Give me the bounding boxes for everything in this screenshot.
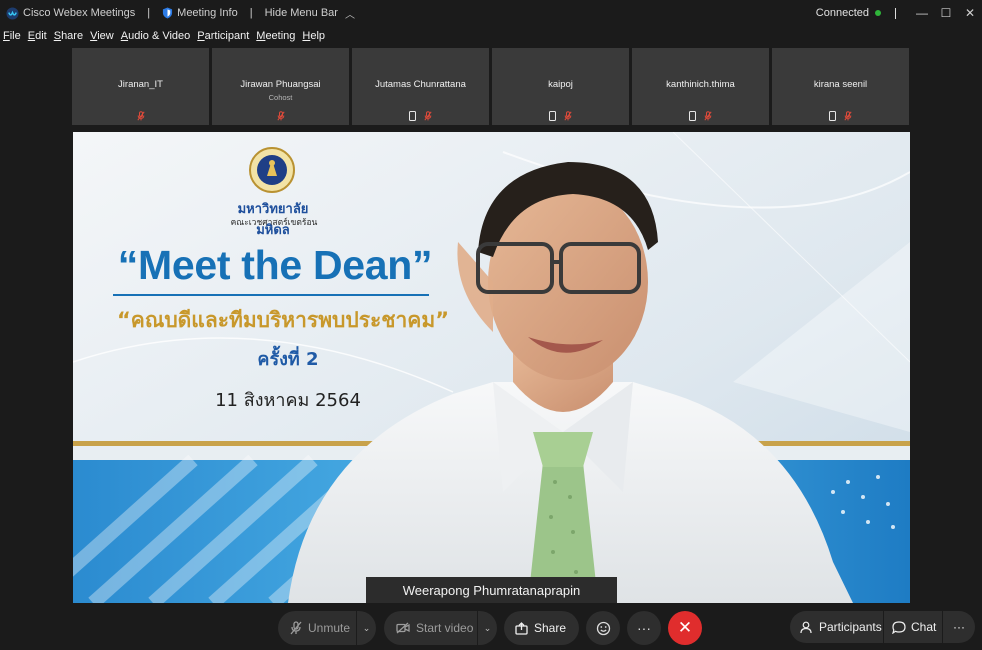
share-label: Share	[534, 621, 567, 635]
hide-menu-bar-label: Hide Menu Bar	[264, 7, 338, 19]
chat-label: Chat	[911, 620, 937, 634]
menu-item-meeting[interactable]: Meeting	[256, 30, 295, 42]
active-speaker-video[interactable]: มหาวิทยาลัยมหิดล คณะเวชศาสตร์เขตร้อน “Me…	[73, 132, 910, 603]
connection-status: Connected	[816, 7, 881, 19]
participant-tile[interactable]: Jutamas Chunrattana	[352, 48, 489, 125]
participant-tile[interactable]: kanthinich.thima	[632, 48, 769, 125]
menu-item-help[interactable]: Help	[302, 30, 325, 42]
participant-name: Jutamas Chunrattana	[375, 79, 466, 90]
menu-item-audio-video[interactable]: Audio & Video	[121, 30, 191, 42]
mobile-device-icon	[829, 111, 836, 121]
start-video-button[interactable]: Start video ⌄	[384, 611, 497, 645]
active-speaker-name: Weerapong Phumratanaprapin	[366, 577, 617, 603]
title-bar: Cisco Webex Meetings | Meeting Info | Hi…	[0, 0, 982, 26]
muted-microphone-icon	[844, 111, 852, 121]
chat-panel-button[interactable]: Chat	[884, 611, 942, 643]
minimize-icon[interactable]: —	[910, 6, 934, 20]
mobile-device-icon	[409, 111, 416, 121]
share-icon	[515, 621, 528, 635]
meeting-info-label: Meeting Info	[177, 7, 238, 19]
end-meeting-button[interactable]: ✕	[668, 611, 702, 645]
more-options-button[interactable]: ···	[627, 611, 661, 645]
participant-name: Jiranan_IT	[118, 79, 163, 90]
muted-microphone-icon	[424, 111, 432, 121]
participant-tile[interactable]: kirana seenil	[772, 48, 909, 125]
panel-more-icon: ···	[953, 620, 965, 634]
participant-name: Jirawan Phuangsai	[240, 79, 321, 90]
menu-item-view[interactable]: View	[90, 30, 114, 42]
muted-microphone-icon	[136, 111, 145, 121]
slide-faculty-name: คณะเวชศาสตร์เขตร้อน	[230, 218, 318, 228]
share-button[interactable]: Share	[504, 611, 579, 645]
video-background	[73, 132, 910, 603]
meeting-info-button[interactable]: Meeting Info	[162, 7, 238, 19]
chat-icon	[892, 620, 906, 634]
connection-status-label: Connected	[815, 7, 869, 19]
panel-more-button[interactable]: ···	[943, 611, 975, 643]
unmute-button[interactable]: Unmute ⌄	[278, 611, 376, 645]
app-title: Cisco Webex Meetings	[23, 7, 136, 19]
slide-date: 11 สิงหาคม 2564	[215, 390, 361, 411]
chevron-up-icon: ︿	[344, 9, 355, 21]
participant-name: kaipoj	[548, 79, 573, 90]
microphone-muted-icon	[290, 621, 302, 635]
menu-bar: File Edit Share View Audio & Video Participan…	[0, 26, 982, 46]
webex-logo-icon	[6, 6, 19, 20]
start-video-label: Start video	[416, 621, 474, 635]
participants-label: Participants	[819, 620, 882, 634]
menu-item-edit[interactable]: Edit	[28, 30, 47, 42]
slide-subtitle: “คณบดีและทีมบริหารพบประชาคม”	[117, 308, 449, 332]
participants-panel-button[interactable]: Participants	[790, 611, 883, 643]
maximize-icon[interactable]: ☐	[934, 6, 958, 20]
end-meeting-icon: ✕	[677, 618, 693, 637]
menu-item-participant[interactable]: Participant	[197, 30, 249, 42]
smiley-icon	[596, 621, 610, 635]
mobile-device-icon	[549, 111, 556, 121]
menu-item-file[interactable]: File	[3, 30, 21, 42]
mobile-device-icon	[689, 111, 696, 121]
connected-dot-icon	[875, 10, 881, 16]
participant-strip: Jiranan_IT Jirawan Phuangsai Cohost Jutamas…	[72, 48, 909, 125]
participant-name: kirana seenil	[813, 79, 868, 90]
menu-item-share[interactable]: Share	[54, 30, 83, 42]
unmute-label: Unmute	[308, 621, 351, 635]
participant-role: Cohost	[268, 93, 293, 102]
participant-tile[interactable]: kaipoj	[492, 48, 629, 125]
audio-options-chevron-icon[interactable]: ⌄	[356, 611, 376, 645]
slide-session: ครั้งที่ 2	[257, 349, 319, 370]
participant-name: kanthinich.thima	[666, 79, 735, 90]
university-seal	[249, 147, 295, 193]
muted-microphone-icon	[276, 111, 285, 121]
more-options-icon: ···	[637, 620, 651, 636]
headline-underline	[113, 294, 429, 296]
hide-menu-bar-button[interactable]: Hide Menu Bar ︿	[265, 6, 355, 21]
reactions-button[interactable]	[586, 611, 620, 645]
video-options-chevron-icon[interactable]: ⌄	[477, 611, 497, 645]
muted-microphone-icon	[704, 111, 712, 121]
slide-headline: “Meet the Dean”	[117, 242, 433, 288]
close-icon[interactable]: ✕	[958, 6, 982, 20]
participant-tile[interactable]: Jirawan Phuangsai Cohost	[212, 48, 349, 125]
video-off-icon	[396, 622, 410, 634]
muted-microphone-icon	[564, 111, 572, 121]
participant-tile[interactable]: Jiranan_IT	[72, 48, 209, 125]
shield-icon	[163, 7, 173, 19]
participants-icon	[800, 621, 812, 633]
